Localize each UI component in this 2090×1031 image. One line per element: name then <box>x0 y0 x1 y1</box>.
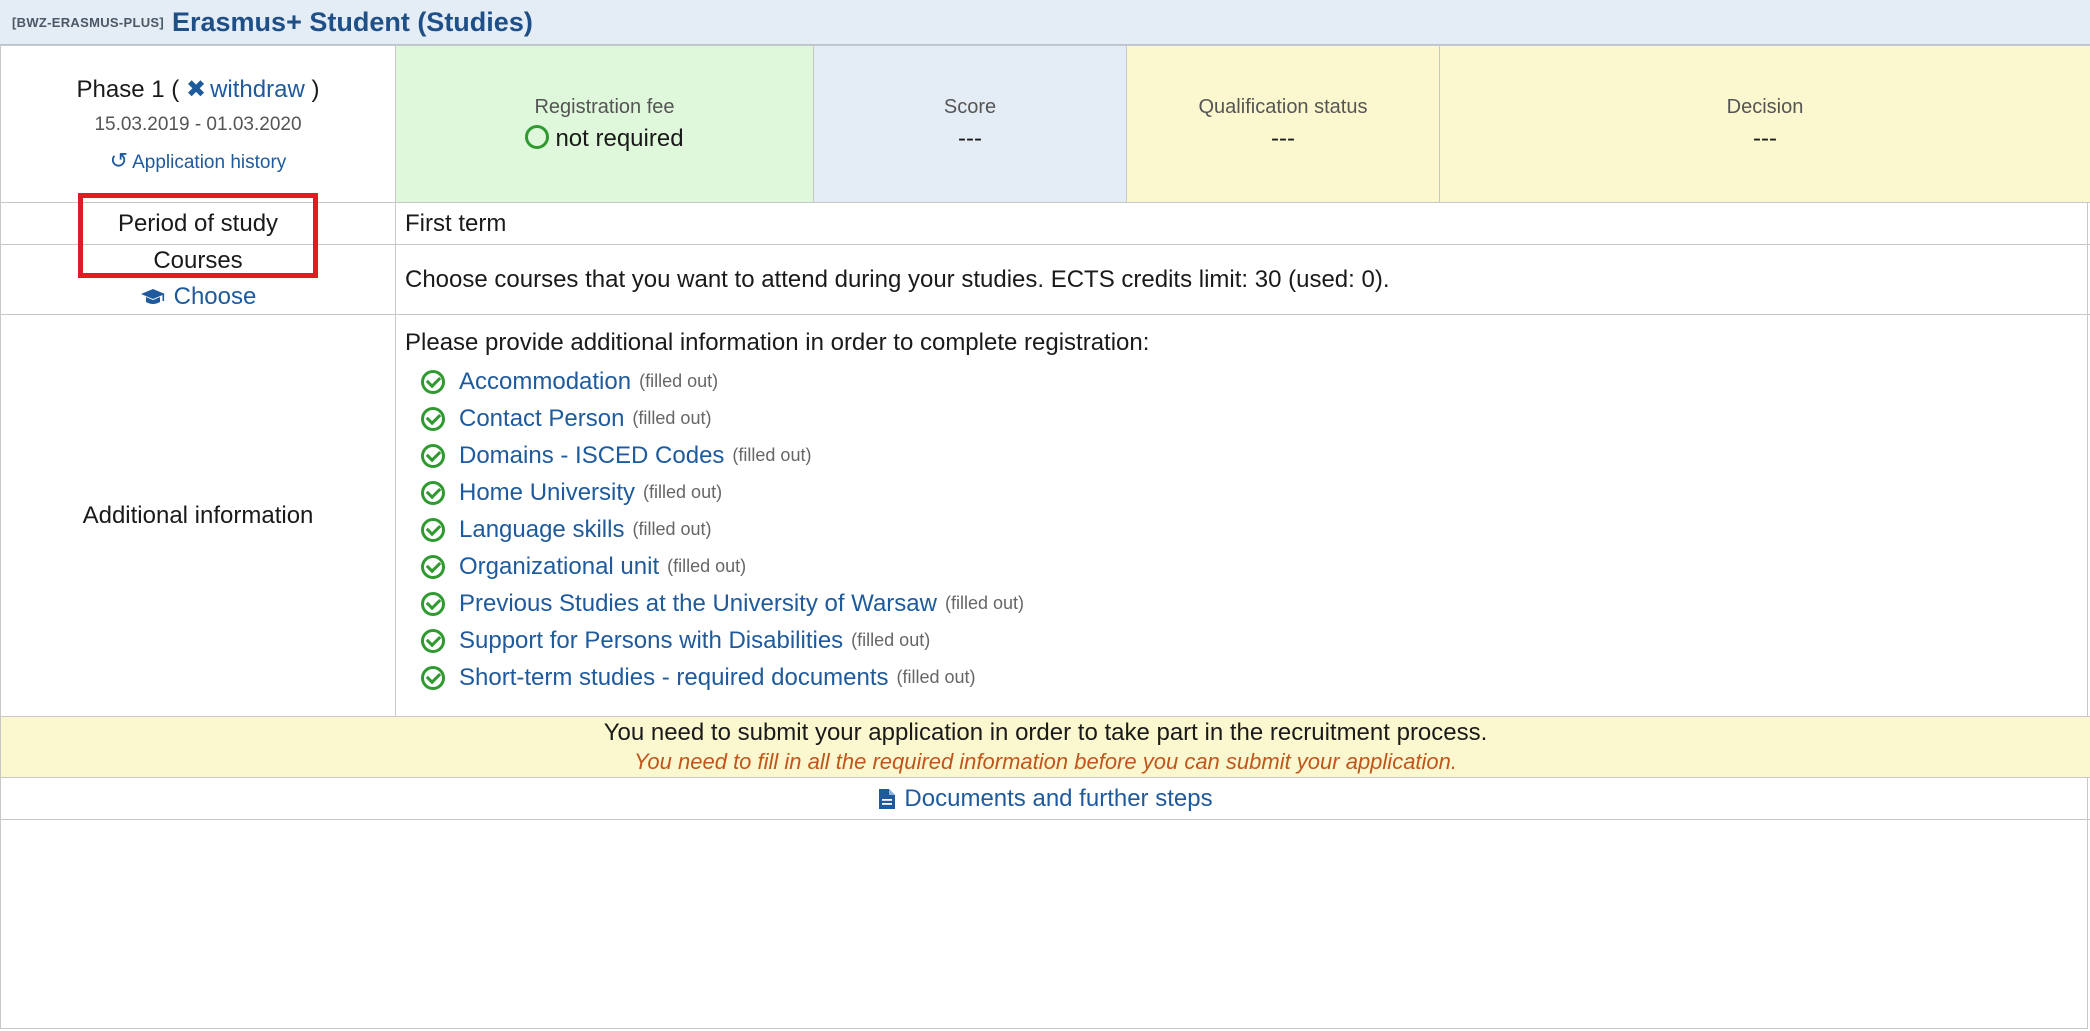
phase-label: Phase 1 <box>76 75 165 103</box>
item-state: (filled out) <box>667 556 747 576</box>
additional-info-row: Additional information Please provide ad… <box>0 314 2090 717</box>
period-value-cell: First term <box>395 202 2090 245</box>
registration-title: Erasmus+ Student (Studies) <box>172 6 533 37</box>
decision-cell: Decision --- <box>1440 46 2090 202</box>
accommodation-link[interactable]: Accommodation <box>459 368 631 396</box>
registration-header: [BWZ-ERASMUS-PLUS] Erasmus+ Student (Stu… <box>0 0 2090 45</box>
qualification-status-cell: Qualification status --- <box>1127 46 1440 202</box>
check-circle-icon <box>421 554 445 579</box>
short-term-documents-link[interactable]: Short-term studies - required documents <box>459 664 889 692</box>
additional-info-label-cell: Additional information <box>0 314 396 717</box>
withdraw-label: withdraw <box>210 75 305 103</box>
close-icon: ✖ <box>185 75 207 103</box>
list-item: Support for Persons with Disabilities (fi… <box>405 622 2081 659</box>
item-state: (filled out) <box>632 408 712 428</box>
check-circle-icon <box>421 443 445 468</box>
language-skills-link[interactable]: Language skills <box>459 516 624 544</box>
courses-label: Courses <box>153 246 243 274</box>
additional-info-intro: Please provide additional information in… <box>405 329 1150 356</box>
courses-row: Courses Choose Choose courses that you w… <box>0 244 2090 315</box>
status-grid: Registration fee not required Score --- … <box>396 46 2090 202</box>
list-item: Previous Studies at the University of Wa… <box>405 585 2081 622</box>
score-cell: Score --- <box>814 46 1127 202</box>
check-circle-icon <box>421 628 445 653</box>
domains-isced-codes-link[interactable]: Domains - ISCED Codes <box>459 442 724 470</box>
registration-fee-cell: Registration fee not required <box>396 46 814 202</box>
additional-info-list: Accommodation (filled out) Contact Person… <box>405 363 2081 696</box>
item-state: (filled out) <box>643 482 723 502</box>
close-paren: ) <box>311 75 320 103</box>
check-circle-icon <box>421 406 445 431</box>
documents-row: Documents and further steps <box>0 777 2090 820</box>
list-item: Short-term studies - required documents (… <box>405 659 2081 696</box>
courses-label-cell: Courses Choose <box>0 244 396 315</box>
additional-info-label: Additional information <box>82 501 314 529</box>
notice-row: You need to submit your application in o… <box>0 716 2090 778</box>
registration-fee-value-row: not required <box>525 124 684 153</box>
check-circle-icon <box>421 517 445 542</box>
history-row: ↺ Application history <box>1 148 395 174</box>
organizational-unit-link[interactable]: Organizational unit <box>459 553 659 581</box>
list-item: Organizational unit (filled out) <box>405 548 2081 585</box>
courses-description-cell: Choose courses that you want to attend d… <box>395 244 2090 315</box>
item-state: (filled out) <box>851 630 931 650</box>
qualification-status-label: Qualification status <box>1198 95 1368 118</box>
documents-link[interactable]: Documents and further steps <box>878 784 1213 812</box>
withdraw-link[interactable]: ✖ withdraw <box>186 76 311 103</box>
choose-courses-link[interactable]: Choose <box>140 282 257 311</box>
support-disabilities-link[interactable]: Support for Persons with Disabilities <box>459 627 843 655</box>
check-circle-icon <box>421 591 445 616</box>
qualification-status-value: --- <box>1271 124 1295 152</box>
item-state: (filled out) <box>896 667 976 687</box>
history-label: Application history <box>132 151 287 173</box>
open-paren: ( <box>171 75 180 103</box>
decision-label: Decision <box>1726 95 1804 118</box>
list-item: Language skills (filled out) <box>405 511 2081 548</box>
courses-description: Choose courses that you want to attend d… <box>405 265 1390 293</box>
submit-warning-text: You need to fill in all the required inf… <box>633 749 1458 774</box>
period-label-cell: Period of study <box>0 202 396 245</box>
period-label: Period of study <box>117 209 279 237</box>
decision-value: --- <box>1753 124 1777 152</box>
choose-label: Choose <box>173 282 257 310</box>
registration-fee-label: Registration fee <box>534 95 675 118</box>
additional-info-cell: Please provide additional information in… <box>395 314 2090 717</box>
list-item: Accommodation (filled out) <box>405 363 2081 400</box>
phase-line: Phase 1 ( ✖ withdraw ) <box>1 75 395 104</box>
application-history-link[interactable]: ↺ Application history <box>110 148 287 173</box>
list-item: Contact Person (filled out) <box>405 400 2081 437</box>
previous-studies-link[interactable]: Previous Studies at the University of Wa… <box>459 590 937 618</box>
submit-notice-text: You need to submit your application in o… <box>603 719 1488 746</box>
list-item: Home University (filled out) <box>405 474 2081 511</box>
circle-icon <box>525 125 550 150</box>
registration-table: Phase 1 ( ✖ withdraw ) 15.03.2019 - 01.03… <box>0 45 2090 820</box>
history-icon: ↺ <box>109 147 129 173</box>
score-value: --- <box>958 124 982 152</box>
phase-cell: Phase 1 ( ✖ withdraw ) 15.03.2019 - 01.03… <box>0 45 396 203</box>
submit-notice: You need to submit your application in o… <box>0 716 2090 778</box>
home-university-link[interactable]: Home University <box>459 479 635 507</box>
score-label: Score <box>943 95 997 118</box>
item-state: (filled out) <box>732 445 812 465</box>
phase-dates: 15.03.2019 - 01.03.2020 <box>94 113 302 135</box>
registration-fee-value: not required <box>555 124 684 152</box>
period-value: First term <box>405 209 507 237</box>
document-icon <box>879 789 896 810</box>
contact-person-link[interactable]: Contact Person <box>459 405 624 433</box>
period-row: Period of study First term <box>0 202 2090 245</box>
check-circle-icon <box>421 369 445 394</box>
graduation-cap-icon <box>140 288 165 304</box>
documents-cell: Documents and further steps <box>0 777 2090 820</box>
check-circle-icon <box>421 480 445 505</box>
documents-label: Documents and further steps <box>904 784 1213 812</box>
status-cell: Registration fee not required Score --- … <box>395 45 2090 203</box>
check-circle-icon <box>421 665 445 690</box>
phase-row: Phase 1 ( ✖ withdraw ) 15.03.2019 - 01.03… <box>0 45 2090 203</box>
registration-code: [BWZ-ERASMUS-PLUS] <box>12 14 164 30</box>
item-state: (filled out) <box>632 519 712 539</box>
item-state: (filled out) <box>639 371 719 391</box>
list-item: Domains - ISCED Codes (filled out) <box>405 437 2081 474</box>
item-state: (filled out) <box>944 593 1024 613</box>
